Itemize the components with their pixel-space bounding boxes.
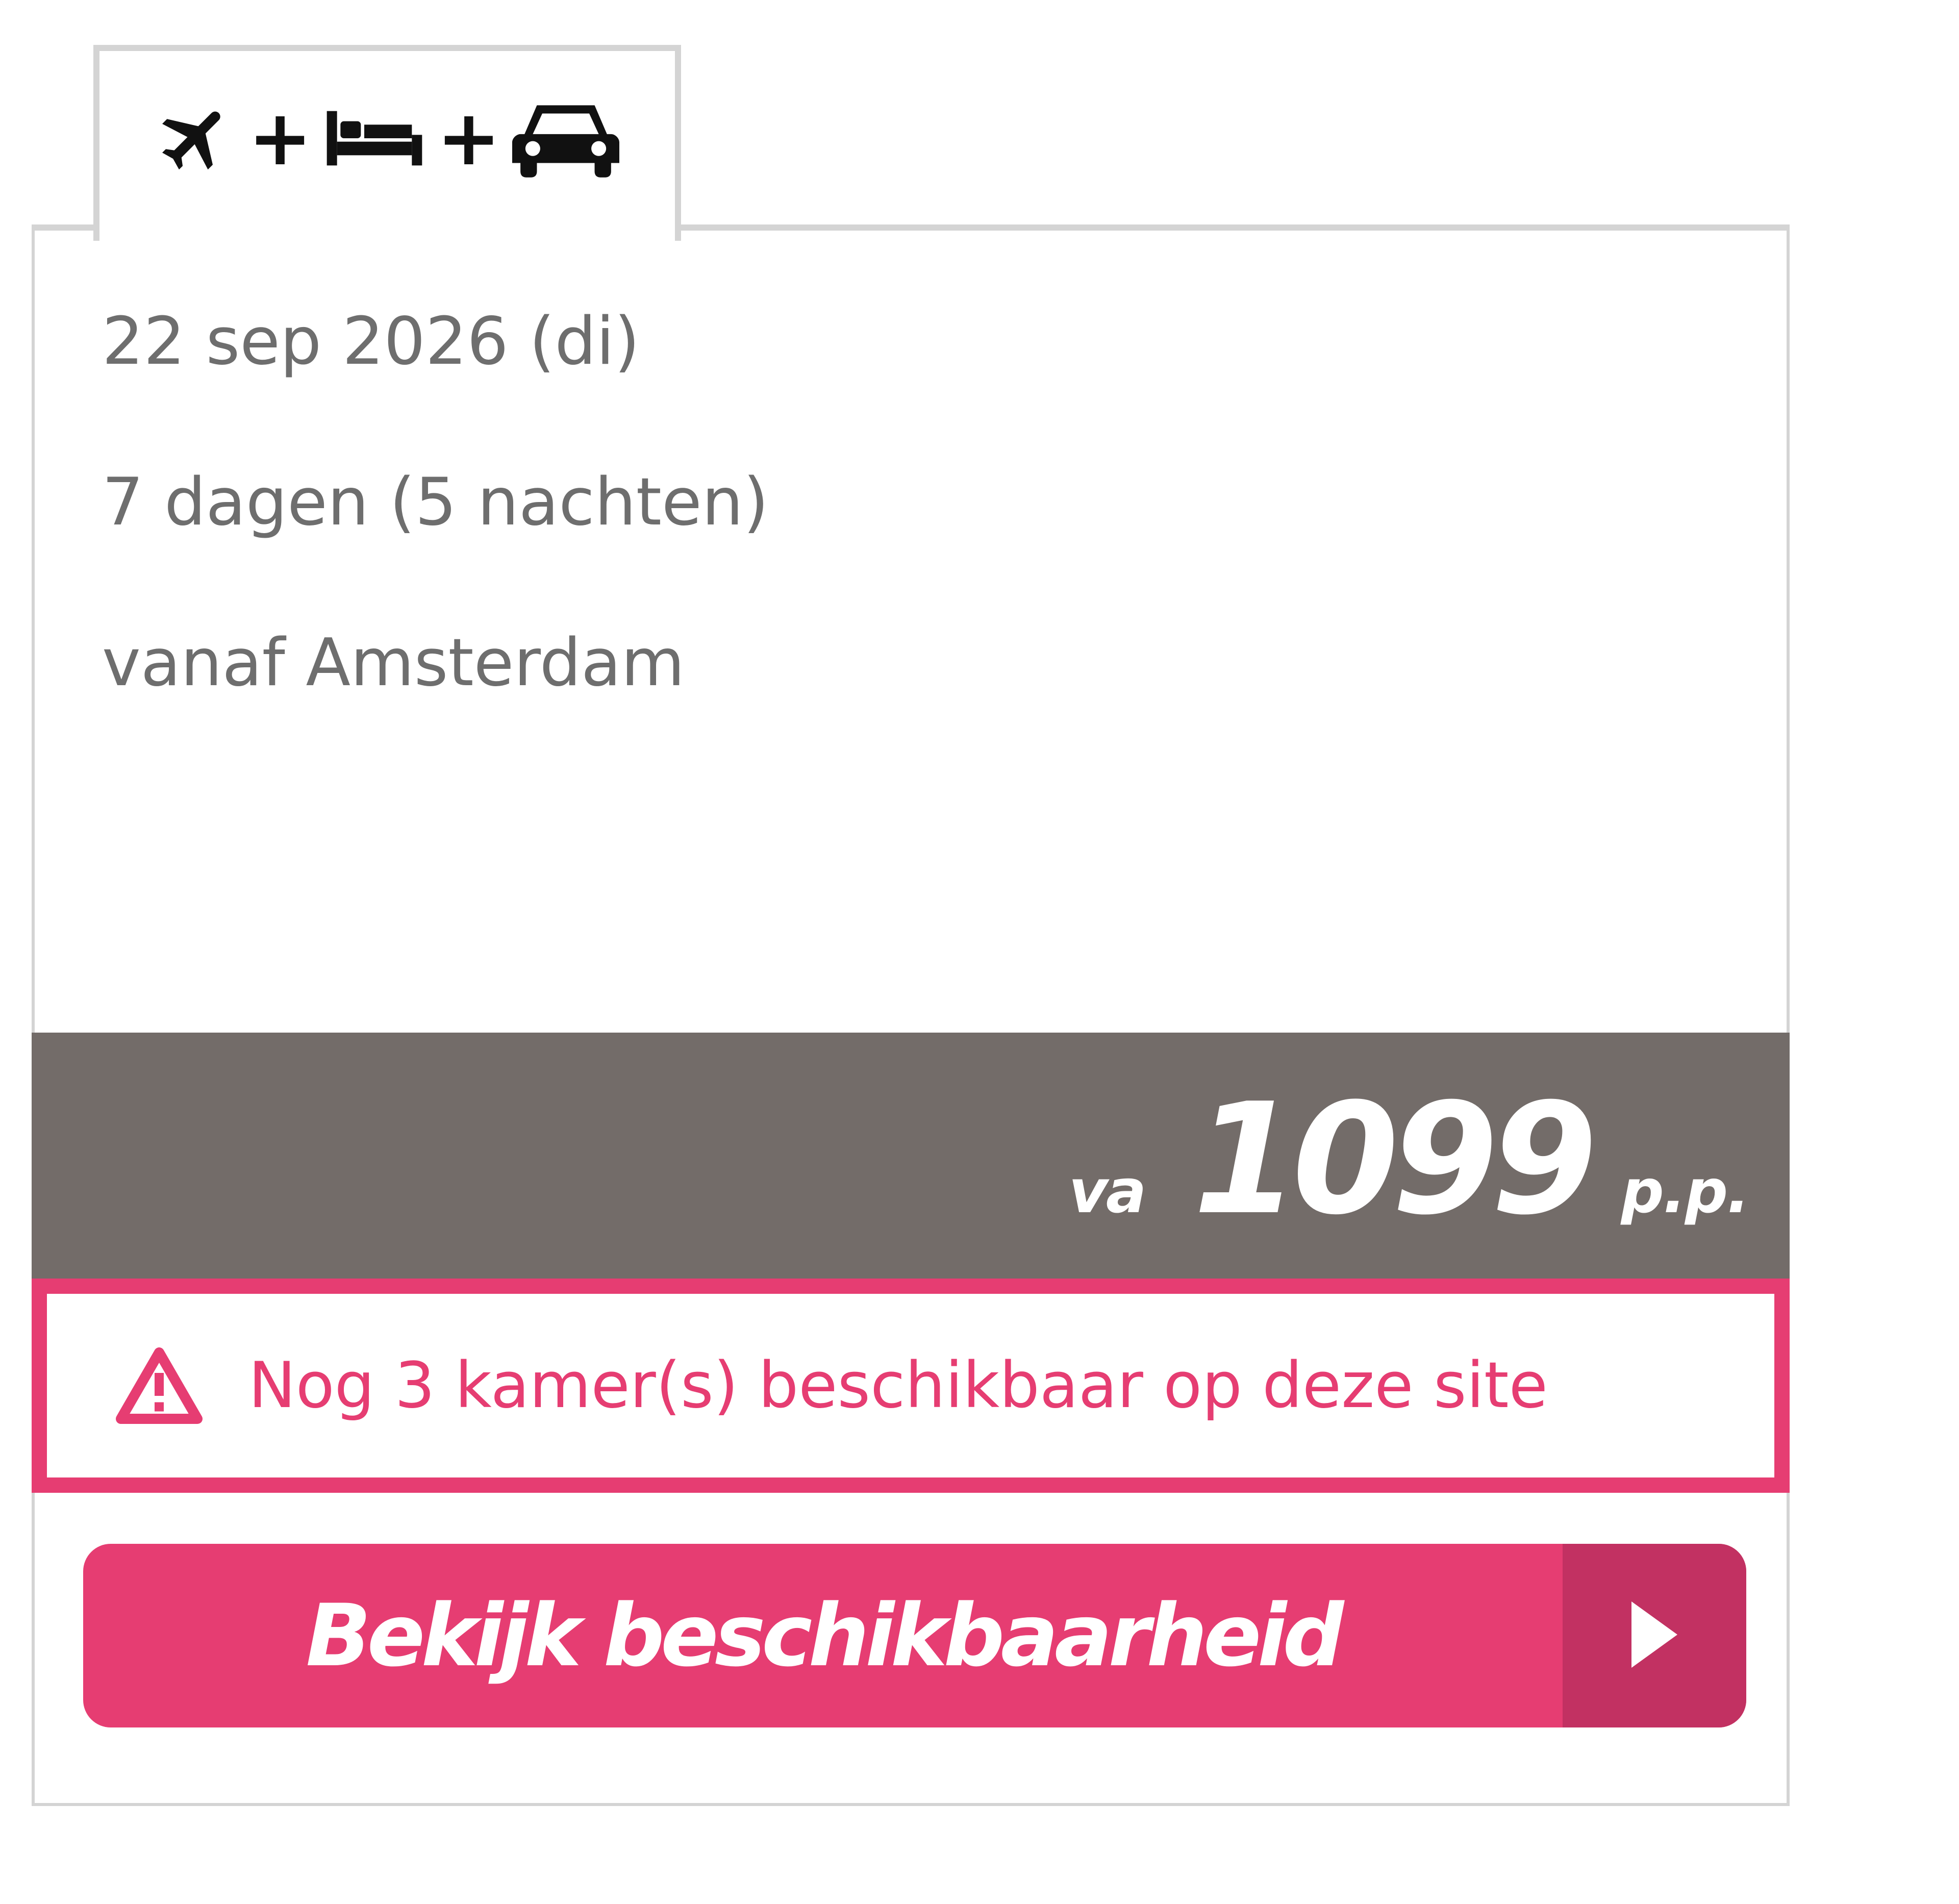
departure-date: 22 sep 2026 (di) — [102, 304, 640, 380]
plane-icon — [155, 97, 237, 179]
price-amount: 1099 — [1193, 1070, 1597, 1248]
availability-message: Nog 3 kamer(s) beschikbaar op deze site — [248, 1349, 1548, 1422]
offer-card: 22 sep 2026 (di) 7 dagen (5 nachten) van… — [32, 224, 1790, 1806]
availability-warning: Nog 3 kamer(s) beschikbaar op deze site — [32, 1279, 1790, 1493]
price: va 1099 p.p. — [1068, 1070, 1750, 1248]
plus-sign: + — [437, 94, 501, 183]
view-availability-label: Bekijk beschikbaarheid — [306, 1586, 1344, 1686]
price-suffix: p.p. — [1621, 1156, 1750, 1226]
cta-arrow — [1563, 1544, 1746, 1727]
departure-origin: vanaf Amsterdam — [102, 625, 685, 701]
package-icons: + + — [155, 95, 619, 182]
plus-sign: + — [248, 94, 312, 183]
view-availability-button[interactable]: Bekijk beschikbaarheid — [83, 1544, 1746, 1727]
play-arrow-icon — [1626, 1596, 1682, 1675]
bed-icon — [323, 103, 425, 174]
warning-icon — [116, 1347, 203, 1426]
package-tab[interactable]: + + — [93, 45, 681, 241]
car-icon — [512, 95, 619, 182]
price-prefix: va — [1068, 1156, 1147, 1226]
price-bar: va 1099 p.p. — [32, 1033, 1790, 1285]
trip-duration: 7 dagen (5 nachten) — [102, 464, 769, 540]
